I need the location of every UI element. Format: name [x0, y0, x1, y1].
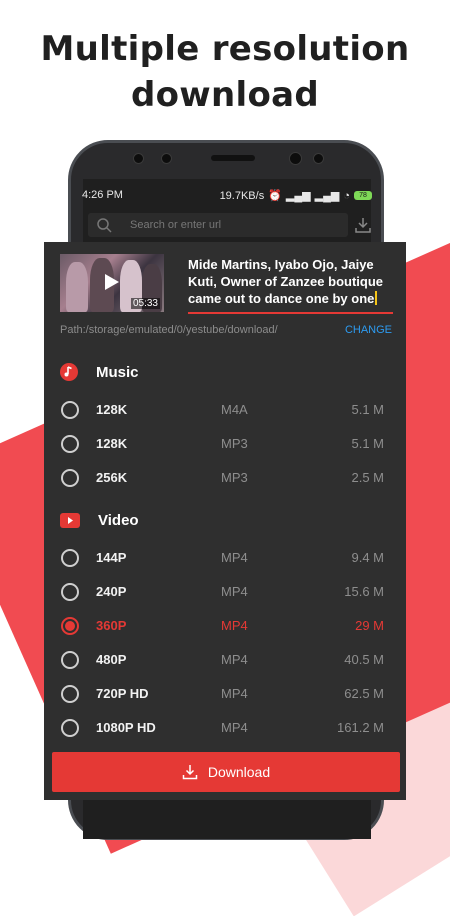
text-cursor: [375, 291, 378, 305]
radio-button[interactable]: [61, 435, 79, 453]
download-button-label: Download: [207, 764, 271, 780]
radio-button[interactable]: [61, 583, 79, 601]
download-icon: [182, 765, 198, 780]
radio-button[interactable]: [61, 651, 79, 669]
quality-label: 128K: [96, 436, 128, 451]
quality-option-row[interactable]: 1080P HD MP4 161.2 M: [44, 712, 406, 744]
format-label: M4A: [221, 402, 248, 417]
play-icon[interactable]: [104, 273, 120, 291]
size-label: 62.5 M: [344, 686, 384, 701]
format-label: MP3: [221, 470, 248, 485]
headline-line-1: Multiple resolution: [40, 29, 410, 69]
download-path: Path:/storage/emulated/0/yestube/downloa…: [60, 324, 278, 336]
quality-option-row[interactable]: 256K MP3 2.5 M: [44, 462, 406, 494]
quality-label: 1080P HD: [96, 720, 156, 735]
quality-option-row[interactable]: 480P MP4 40.5 M: [44, 644, 406, 676]
earpiece-speaker: [211, 155, 255, 161]
radio-button[interactable]: [61, 719, 79, 737]
battery-icon: 78: [354, 191, 372, 200]
signal-icon: ▂▄▆: [314, 190, 340, 202]
radio-button[interactable]: [61, 617, 79, 635]
quality-option-row[interactable]: 144P MP4 9.4 M: [44, 542, 406, 574]
title-underline: [188, 312, 393, 314]
quality-label: 128K: [96, 402, 128, 417]
format-label: MP4: [221, 720, 248, 735]
format-label: MP4: [221, 618, 248, 633]
size-label: 40.5 M: [344, 652, 384, 667]
quality-option-row[interactable]: 240P MP4 15.6 M: [44, 576, 406, 608]
video-icon: [60, 512, 80, 528]
size-label: 29 M: [355, 618, 384, 633]
music-section-header: Music: [60, 360, 139, 384]
network-speed: 19.7KB/s: [219, 189, 265, 202]
status-bar: 4:26 PM 19.7KB/s ⏰ ▂▄▆ ▂▄▆ ◔ 78: [82, 187, 378, 205]
music-icon: [60, 363, 78, 381]
signal-icon: ▂▄▆: [285, 190, 311, 202]
alarm-icon: ⏰: [268, 190, 282, 202]
size-label: 5.1 M: [351, 402, 384, 417]
format-label: MP4: [221, 584, 248, 599]
quality-option-row[interactable]: 360P MP4 29 M: [44, 610, 406, 642]
size-label: 161.2 M: [337, 720, 384, 735]
quality-label: 144P: [96, 550, 127, 565]
headline: Multiple resolution download: [0, 26, 450, 118]
quality-option-row[interactable]: 128K M4A 5.1 M: [44, 394, 406, 426]
video-section-label: Video: [98, 511, 139, 529]
quality-label: 240P: [96, 584, 127, 599]
format-label: MP4: [221, 652, 248, 667]
download-icon[interactable]: [354, 216, 372, 234]
wifi-icon: ◔: [343, 189, 350, 202]
search-placeholder: Search or enter url: [130, 219, 222, 231]
size-label: 2.5 M: [351, 470, 384, 485]
front-sensor: [161, 153, 172, 164]
format-label: MP4: [221, 550, 248, 565]
music-section-label: Music: [96, 363, 139, 381]
download-button[interactable]: Download: [52, 752, 400, 792]
format-label: MP4: [221, 686, 248, 701]
video-title-field[interactable]: Mide Martins, Iyabo Ojo, Jaiye Kuti, Own…: [188, 256, 394, 307]
radio-button[interactable]: [61, 549, 79, 567]
front-sensor: [313, 153, 324, 164]
video-title: Mide Martins, Iyabo Ojo, Jaiye Kuti, Own…: [188, 257, 383, 306]
quality-label: 720P HD: [96, 686, 149, 701]
radio-button[interactable]: [61, 401, 79, 419]
front-camera: [289, 152, 302, 165]
video-duration: 05:33: [130, 298, 160, 309]
radio-button[interactable]: [61, 685, 79, 703]
video-thumbnail[interactable]: 05:33: [60, 254, 164, 312]
search-input[interactable]: Search or enter url: [88, 213, 348, 237]
quality-label: 256K: [96, 470, 128, 485]
quality-label: 480P: [96, 652, 127, 667]
change-path-button[interactable]: CHANGE: [345, 324, 392, 336]
download-sheet: 05:33 Mide Martins, Iyabo Ojo, Jaiye Kut…: [44, 242, 406, 800]
status-time: 4:26 PM: [82, 189, 123, 201]
quality-option-row[interactable]: 720P HD MP4 62.5 M: [44, 678, 406, 710]
radio-button[interactable]: [61, 469, 79, 487]
size-label: 15.6 M: [344, 584, 384, 599]
format-label: MP3: [221, 436, 248, 451]
quality-option-row[interactable]: 128K MP3 5.1 M: [44, 428, 406, 460]
front-sensor: [133, 153, 144, 164]
video-section-header: Video: [60, 508, 139, 532]
size-label: 5.1 M: [351, 436, 384, 451]
size-label: 9.4 M: [351, 550, 384, 565]
headline-line-2: download: [130, 75, 319, 115]
search-icon: [97, 218, 112, 233]
quality-label: 360P: [96, 618, 127, 633]
